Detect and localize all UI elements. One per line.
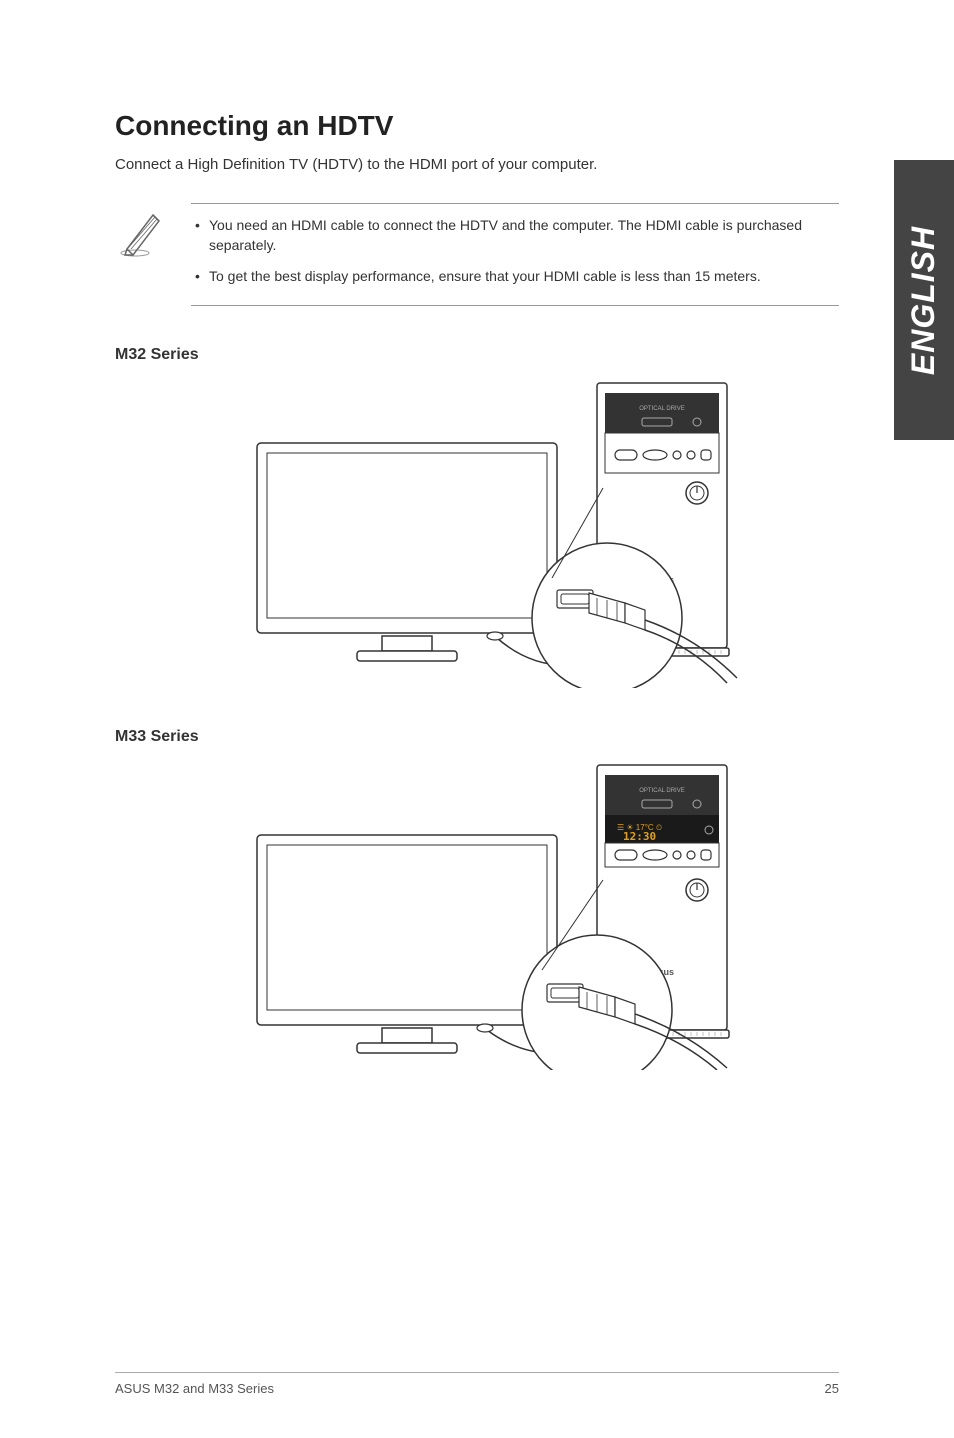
footer-product: ASUS M32 and M33 Series xyxy=(115,1381,274,1396)
page-footer: ASUS M32 and M33 Series 25 xyxy=(115,1372,839,1396)
language-tab-text: ENGLISH xyxy=(906,225,943,374)
intro-text: Connect a High Definition TV (HDTV) to t… xyxy=(115,156,839,173)
diagram-m32: OPTICAL DRIVE /sus xyxy=(115,378,839,688)
note-list: You need an HDMI cable to connect the HD… xyxy=(191,203,839,306)
series-m33-label: M33 Series xyxy=(115,728,839,746)
note-item: To get the best display performance, ens… xyxy=(191,267,839,287)
footer-page-number: 25 xyxy=(825,1381,839,1396)
svg-text:OPTICAL DRIVE: OPTICAL DRIVE xyxy=(639,406,684,412)
note-block: You need an HDMI cable to connect the HD… xyxy=(115,203,839,306)
note-item: You need an HDMI cable to connect the HD… xyxy=(191,216,839,255)
diagram-m33: OPTICAL DRIVE ☰ ☀ 17°C ⏲ 12:30 xyxy=(115,760,839,1070)
page-heading: Connecting an HDTV xyxy=(115,110,839,142)
svg-text:12:30: 12:30 xyxy=(623,830,656,843)
language-tab: ENGLISH xyxy=(894,160,954,440)
series-m32-label: M32 Series xyxy=(115,346,839,364)
svg-text:OPTICAL DRIVE: OPTICAL DRIVE xyxy=(639,788,684,794)
pencil-icon xyxy=(115,207,167,259)
page-body: Connecting an HDTV Connect a High Defini… xyxy=(0,0,954,1070)
